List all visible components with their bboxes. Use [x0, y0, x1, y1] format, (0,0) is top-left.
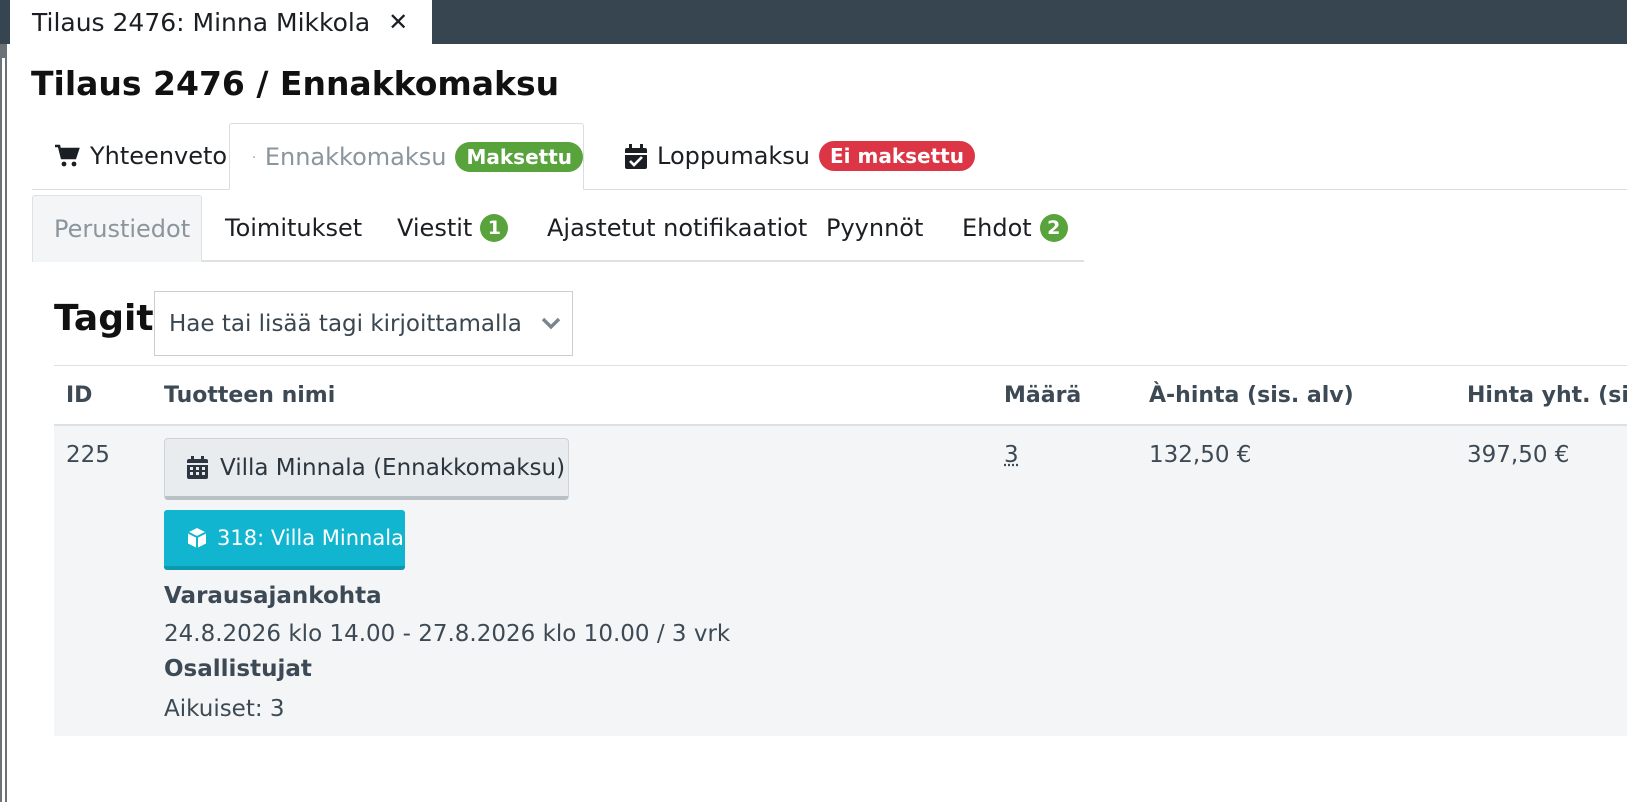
subtab-perustiedot[interactable]: Perustiedot — [32, 195, 202, 262]
participants-label: Osallistujat — [164, 656, 312, 682]
product-button-label: Villa Minnala (Ennakkomaksu) — [220, 454, 566, 481]
subtab-label: Ehdot — [962, 213, 1032, 242]
close-icon[interactable]: ✕ — [388, 8, 408, 36]
row-id: 225 — [66, 442, 110, 468]
linked-product-button[interactable]: 318: Villa Minnala — [164, 510, 405, 570]
tab-label: Ennakkomaksu — [264, 142, 447, 171]
calendar-icon — [187, 456, 208, 479]
tab-label: Yhteenveto — [90, 142, 228, 170]
table-header: ID Tuotteen nimi Määrä À-hinta (sis. alv… — [54, 365, 1627, 427]
subtab-label: Pyynnöt — [826, 213, 924, 242]
column-header-quantity: Määrä — [1004, 382, 1082, 408]
main-tabs: Yhteenveto Ennakkomaksu Maksettu Loppuma… — [32, 123, 1627, 190]
reservation-value: 24.8.2026 klo 14.00 - 27.8.2026 klo 10.0… — [164, 621, 731, 647]
tag-search-placeholder: Hae tai lisää tagi kirjoittamalla — [169, 310, 522, 337]
shopping-cart-icon — [55, 144, 80, 167]
subtab-pyynnot[interactable]: Pyynnöt — [826, 195, 923, 260]
column-header-id: ID — [66, 382, 93, 408]
credit-card-icon — [253, 155, 255, 158]
table-row: 225 Villa Minnala (Ennakkomaksu) 318: Vi… — [54, 426, 1627, 736]
column-header-unit-price: À-hinta (sis. alv) — [1149, 382, 1354, 408]
subtab-label: Perustiedot — [54, 215, 191, 243]
row-quantity[interactable]: 3 — [1004, 442, 1019, 468]
page-title: Tilaus 2476 / Ennakkomaksu — [31, 64, 560, 103]
linked-product-label: 318: Villa Minnala — [217, 526, 404, 550]
subtab-toimitukset[interactable]: Toimitukset — [225, 195, 362, 260]
count-badge: 2 — [1039, 213, 1068, 242]
tags-label: Tagit — [54, 298, 154, 339]
row-unit-price: 132,50 € — [1149, 442, 1252, 468]
subtab-viestit[interactable]: Viestit 1 — [397, 195, 509, 260]
left-scrollbar — [0, 44, 7, 802]
tab-yhteenveto[interactable]: Yhteenveto — [54, 123, 227, 189]
document-tab-title: Tilaus 2476: Minna Mikkola — [32, 7, 371, 37]
column-header-product: Tuotteen nimi — [164, 382, 336, 408]
count-badge: 1 — [480, 213, 509, 242]
document-tab[interactable]: Tilaus 2476: Minna Mikkola ✕ — [10, 0, 432, 44]
subtab-label: Ajastetut notifikaatiot — [547, 213, 808, 242]
tab-ennakkomaksu[interactable]: Ennakkomaksu Maksettu — [229, 123, 584, 190]
tab-loppumaksu[interactable]: Loppumaksu Ei maksettu — [625, 123, 975, 189]
subtab-ehdot[interactable]: Ehdot 2 — [962, 195, 1068, 260]
cube-icon — [187, 528, 207, 548]
chevron-down-icon[interactable] — [540, 312, 562, 334]
tab-label: Loppumaksu — [657, 142, 811, 170]
product-button[interactable]: Villa Minnala (Ennakkomaksu) — [164, 438, 569, 500]
subtab-label: Toimitukset — [225, 213, 363, 242]
calendar-check-icon — [625, 143, 647, 169]
tag-search-input[interactable]: Hae tai lisää tagi kirjoittamalla — [154, 291, 573, 356]
status-badge: Maksettu — [455, 141, 583, 172]
column-header-total-price: Hinta yht. (sis. alv) — [1467, 382, 1627, 408]
subtab-ajastetut-notifikaatiot[interactable]: Ajastetut notifikaatiot — [547, 195, 807, 260]
status-badge: Ei maksettu — [819, 141, 975, 171]
sub-tabs: Perustiedot Toimitukset Viestit 1 Ajaste… — [32, 195, 1084, 262]
subtab-label: Viestit — [397, 213, 473, 242]
participants-value: Aikuiset: 3 — [164, 696, 285, 722]
row-total-price: 397,50 € — [1467, 442, 1570, 468]
reservation-label: Varausajankohta — [164, 583, 382, 609]
